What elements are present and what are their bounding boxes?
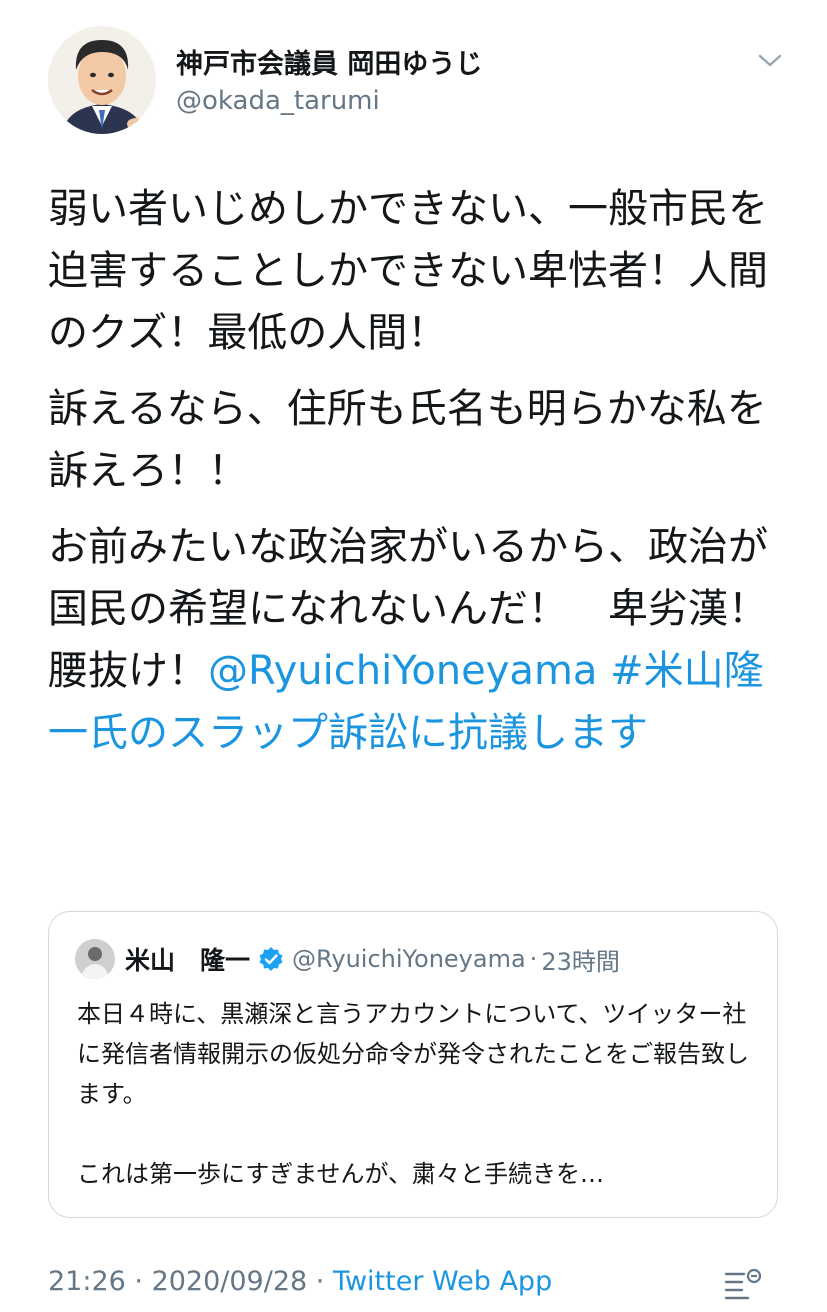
quoted-author-avatar[interactable] — [75, 939, 115, 979]
separator-dot: · — [529, 945, 538, 973]
quoted-tweet[interactable]: 米山 隆一 @RyuichiYoneyama · 23時間 本日４時に、黒瀬深と… — [48, 911, 778, 1218]
quoted-tweet-time[interactable]: 23時間 — [541, 942, 620, 977]
separator-dot: · — [307, 1266, 333, 1297]
tweet-date[interactable]: 2020/09/28 — [152, 1266, 308, 1297]
separator-dot: · — [125, 1266, 152, 1297]
tweet-metadata: 21:26 · 2020/09/28 · Twitter Web App — [48, 1266, 552, 1297]
tweet-time[interactable]: 21:26 — [48, 1266, 126, 1297]
verified-badge-icon — [258, 946, 284, 972]
quoted-author-handle[interactable]: @RyuichiYoneyama — [292, 945, 526, 973]
quoted-tweet-paragraph: 本日４時に、黒瀬深と言うアカウントについて、ツイッター社に発信者情報開示の仮処分… — [77, 1000, 749, 1108]
author-display-name[interactable]: 神戸市会議員 岡田ゆうじ — [176, 42, 482, 81]
quoted-tweet-paragraph: これは第一歩にすぎませんが、粛々と手続きを… — [77, 1160, 605, 1188]
tweet-paragraph: 訴えるなら、住所も氏名も明らかな私を訴えろ！！ — [48, 386, 767, 494]
tweet-analytics-icon[interactable] — [722, 1268, 762, 1308]
tweet-text: 弱い者いじめしかできない、一般市民を迫害することしかできない卑怯者！人間のクズ！… — [48, 178, 808, 778]
chevron-down-icon[interactable] — [756, 46, 784, 74]
quoted-tweet-text: 本日４時に、黒瀬深と言うアカウントについて、ツイッター社に発信者情報開示の仮処分… — [77, 994, 757, 1194]
quoted-tweet-header: 米山 隆一 @RyuichiYoneyama · 23時間 — [75, 938, 620, 980]
quoted-author-name[interactable]: 米山 隆一 — [125, 941, 250, 977]
tweet-paragraph-with-links: お前みたいな政治家がいるから、政治が国民の希望になれないんだ！ 卑劣漢！ 腰抜け… — [48, 516, 808, 764]
source-app-link[interactable]: Twitter Web App — [333, 1266, 552, 1297]
tweet-paragraph: 弱い者いじめしかできない、一般市民を迫害することしかできない卑怯者！人間のクズ！… — [48, 186, 768, 356]
mention-link[interactable]: @RyuichiYoneyama — [208, 648, 597, 694]
author-avatar[interactable] — [48, 26, 156, 134]
tweet-header: 神戸市会議員 岡田ゆうじ @okada_tarumi — [48, 26, 788, 136]
author-handle[interactable]: @okada_tarumi — [176, 86, 380, 116]
